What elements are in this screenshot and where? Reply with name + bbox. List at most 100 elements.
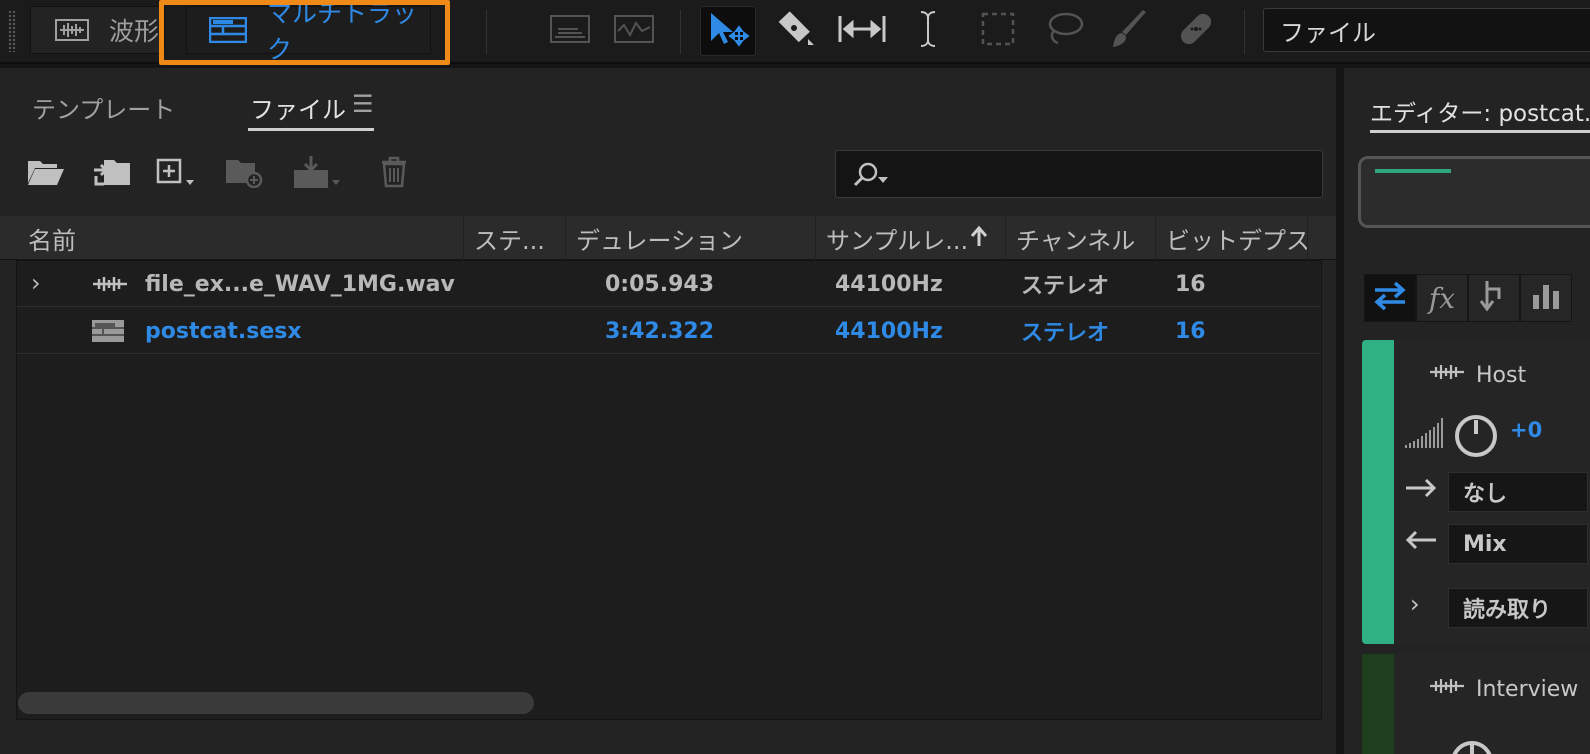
input-arrow-icon <box>1404 476 1438 504</box>
track-output-select[interactable]: Mix <box>1448 524 1588 564</box>
marquee-icon <box>981 12 1015 50</box>
multitrack-icon <box>209 17 247 43</box>
workspace-select[interactable]: ファイル <box>1263 8 1590 52</box>
tab-templates[interactable]: テンプレート <box>32 90 175 125</box>
import-folder-icon <box>92 156 132 192</box>
editor-tab-title[interactable]: エディター: postcat.sesx <box>1370 94 1590 128</box>
track-volume-value[interactable]: +0 <box>1510 418 1542 442</box>
import-file-button[interactable] <box>90 154 134 194</box>
track-automation-mode-select[interactable]: 読み取り <box>1448 588 1588 628</box>
horizontal-scrollbar[interactable] <box>18 692 534 714</box>
tab-waveform-label: 波形 <box>109 17 160 46</box>
file-bit-depth: 16 <box>1175 318 1206 344</box>
track-interview[interactable]: Interview <box>1362 654 1590 754</box>
waveform-icon <box>55 19 89 41</box>
effects-tab[interactable]: fx <box>1416 274 1468 322</box>
workspace-select-value: ファイル <box>1280 18 1376 47</box>
track-name-label: Host <box>1476 362 1527 388</box>
file-list: › file_ex...e_WAV_1MG.wav 0:05.943 44100… <box>16 260 1322 720</box>
move-tool-button[interactable] <box>700 6 756 56</box>
fx-icon: fx <box>1428 281 1456 315</box>
files-panel: テンプレート ファイル ☰ 名前 ステ... デュレーション サンプルレ... … <box>0 68 1336 754</box>
eq-tab[interactable] <box>1520 274 1572 322</box>
table-row[interactable]: › file_ex...e_WAV_1MG.wav 0:05.943 44100… <box>17 261 1321 307</box>
folder-add-icon <box>224 156 264 192</box>
column-channels[interactable]: チャンネル <box>1006 216 1156 260</box>
new-file-button[interactable] <box>154 154 198 194</box>
tab-multitrack[interactable]: マルチトラック <box>186 0 431 64</box>
lasso-icon <box>1044 11 1084 51</box>
file-name: file_ex...e_WAV_1MG.wav <box>145 271 455 297</box>
sends-tab[interactable] <box>1468 274 1520 322</box>
column-name[interactable]: 名前 <box>18 216 464 260</box>
brush-button[interactable] <box>1102 6 1158 56</box>
marquee-button[interactable] <box>970 6 1026 56</box>
track-name-label: Interview <box>1476 676 1579 702</box>
time-selection-icon <box>917 10 939 52</box>
time-selection-button[interactable] <box>900 6 956 56</box>
razor-tool-icon <box>772 9 816 53</box>
file-duration: 3:42.322 <box>605 318 715 344</box>
output-arrow-icon <box>1404 528 1438 556</box>
automation-expand-chevron-icon[interactable]: › <box>1410 590 1420 618</box>
trash-icon <box>379 156 409 192</box>
brush-icon <box>1110 9 1150 53</box>
panel-menu-icon[interactable]: ☰ <box>352 90 374 118</box>
toolbar-divider <box>486 10 487 54</box>
insert-button[interactable] <box>292 154 340 194</box>
open-file-button[interactable] <box>24 154 68 194</box>
volume-meter-icon <box>1404 414 1446 454</box>
spot-healing-icon <box>1176 9 1216 53</box>
search-input[interactable] <box>835 150 1323 198</box>
slip-tool-icon <box>837 14 887 48</box>
spot-healing-button[interactable] <box>1168 6 1224 56</box>
column-bit-depth[interactable]: ビットデプス <box>1156 216 1308 260</box>
move-tool-icon <box>705 11 751 51</box>
tab-multitrack-label: マルチトラック <box>267 0 418 64</box>
track-color-stripe <box>1362 654 1394 754</box>
expand-chevron-icon[interactable]: › <box>31 269 41 297</box>
file-duration: 0:05.943 <box>605 271 715 297</box>
top-toolbar: 波形 マルチトラック ファイル <box>0 0 1590 65</box>
tab-files[interactable]: ファイル <box>250 90 346 125</box>
file-table-header: 名前 ステ... デュレーション サンプルレ... チャンネル ビットデプス <box>0 216 1336 260</box>
session-overview[interactable] <box>1358 156 1590 228</box>
delete-button[interactable] <box>372 154 416 194</box>
file-sample-rate: 44100Hz <box>835 271 943 297</box>
audio-file-icon <box>91 261 129 307</box>
file-sample-rate: 44100Hz <box>835 318 943 344</box>
folder-open-icon <box>27 157 65 191</box>
spectral-frequency-icon <box>550 15 590 47</box>
swap-arrows-icon <box>1371 279 1409 317</box>
column-duration[interactable]: デュレーション <box>566 216 816 260</box>
inputs-outputs-tab[interactable] <box>1364 274 1416 322</box>
track-color-stripe <box>1362 340 1394 644</box>
slip-tool-button[interactable] <box>834 6 890 56</box>
audio-track-icon <box>1428 362 1466 388</box>
toolbar-divider <box>680 10 681 54</box>
track-input-select[interactable]: なし <box>1448 472 1588 512</box>
active-tab-indicator <box>248 128 374 131</box>
insert-icon <box>292 154 340 194</box>
toolbar-divider <box>1244 10 1245 54</box>
track-name: Host <box>1428 362 1526 388</box>
sort-ascending-icon[interactable] <box>968 224 990 254</box>
toolbar-grip[interactable] <box>8 10 16 52</box>
file-bit-depth: 16 <box>1175 271 1206 297</box>
column-status[interactable]: ステ... <box>464 216 566 260</box>
volume-knob-icon[interactable] <box>1452 412 1500 462</box>
editor-panel: エディター: postcat.sesx fx Host +0 なし Mix › … <box>1344 68 1590 754</box>
new-file-icon <box>156 156 196 192</box>
razor-tool-button[interactable] <box>766 6 822 56</box>
session-file-icon <box>91 308 125 354</box>
eq-bars-icon <box>1531 281 1561 315</box>
file-channels: ステレオ <box>1021 274 1110 299</box>
tab-waveform[interactable]: 波形 <box>30 6 165 54</box>
volume-knob-icon[interactable] <box>1448 728 1496 754</box>
lasso-button[interactable] <box>1036 6 1092 56</box>
insert-to-multitrack-button[interactable] <box>222 154 266 194</box>
spectral-pitch-icon <box>614 15 654 47</box>
spectral-pitch-button[interactable] <box>606 6 662 56</box>
table-row-selected[interactable]: postcat.sesx 3:42.322 44100Hz ステレオ 16 <box>17 308 1321 354</box>
spectral-frequency-button[interactable] <box>542 6 598 56</box>
